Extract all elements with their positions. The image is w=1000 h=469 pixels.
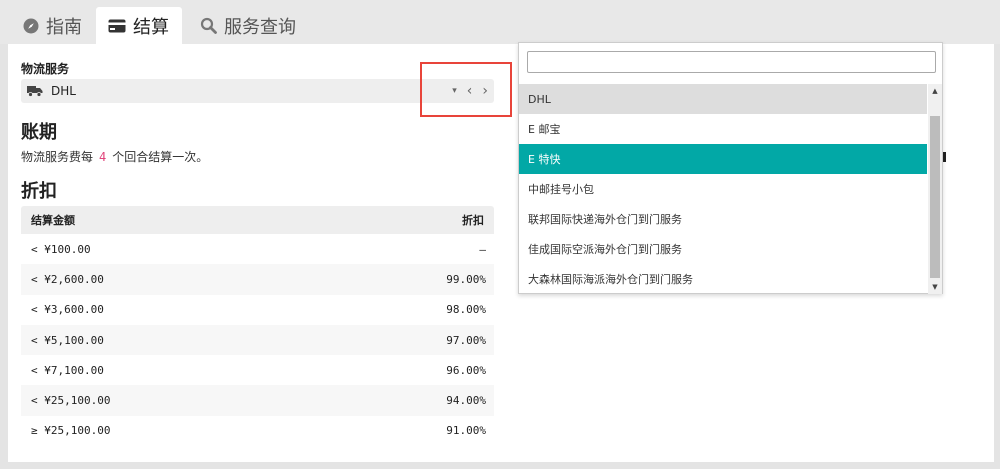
row-discount: 97.00% xyxy=(446,333,486,347)
dropdown-option-e-express[interactable]: E 特快 xyxy=(519,144,927,174)
tab-bar: 指南 结算 服务查询 xyxy=(0,0,1000,44)
dropdown-scrollbar[interactable]: ▲ ▼ xyxy=(928,84,942,294)
tab-settlement-label: 结算 xyxy=(133,16,169,38)
table-row: < ¥7,100.00 96.00% xyxy=(21,355,494,386)
discount-table: 结算金额 折扣 < ¥100.00 — < ¥2,600.00 99.00% < ¥… xyxy=(21,206,494,447)
row-amount: < ¥3,600.00 xyxy=(31,303,104,317)
tab-settlement[interactable]: 结算 xyxy=(96,7,182,44)
table-row: < ¥5,100.00 97.00% xyxy=(21,324,494,356)
dropdown-option-fedex-overseas[interactable]: 联邦国际快递海外仓门到门服务 xyxy=(519,204,927,234)
row-discount: 99.00% xyxy=(446,272,486,286)
scroll-down-arrow-icon[interactable]: ▼ xyxy=(928,280,942,294)
dropdown-option-china-post-small[interactable]: 中邮挂号小包 xyxy=(519,174,927,204)
credit-card-icon xyxy=(108,19,126,33)
row-amount: < ¥25,100.00 xyxy=(31,394,111,408)
table-header: 结算金额 折扣 xyxy=(21,206,494,234)
billing-text-before: 物流服务费每 xyxy=(21,150,94,164)
row-discount: 98.00% xyxy=(446,303,486,317)
tab-guide[interactable]: 指南 xyxy=(11,7,94,44)
billing-count: 4 xyxy=(99,150,107,164)
dropdown-option-dhl[interactable]: DHL xyxy=(519,84,927,114)
row-discount: — xyxy=(479,242,486,256)
row-discount: 94.00% xyxy=(446,394,486,408)
table-body: < ¥100.00 — < ¥2,600.00 99.00% < ¥3,600.00… xyxy=(21,234,494,447)
tab-guide-label: 指南 xyxy=(46,16,82,38)
search-icon xyxy=(200,17,217,34)
row-amount: < ¥7,100.00 xyxy=(31,363,104,377)
billing-text-after: 个回合结算一次。 xyxy=(112,150,209,164)
logistics-label: 物流服务 xyxy=(21,62,70,76)
billing-text: 物流服务费每 4 个回合结算一次。 xyxy=(21,148,208,165)
occluded-mark xyxy=(943,152,946,162)
billing-title: 账期 xyxy=(21,122,57,143)
table-row: < ¥2,600.00 99.00% xyxy=(21,264,494,295)
dropdown-option-e-post[interactable]: E 邮宝 xyxy=(519,114,927,144)
logistics-selected-value: DHL xyxy=(51,84,76,98)
dropdown-option-jiacheng-air[interactable]: 佳成国际空派海外仓门到门服务 xyxy=(519,234,927,264)
compass-icon xyxy=(23,18,39,34)
row-discount: 96.00% xyxy=(446,363,486,377)
tab-service-query-label: 服务查询 xyxy=(224,16,296,38)
table-row: < ¥100.00 — xyxy=(21,234,494,265)
table-row: < ¥25,100.00 94.00% xyxy=(21,385,494,416)
table-row: < ¥3,600.00 98.00% xyxy=(21,294,494,325)
dropdown-option-forest-sea[interactable]: 大森林国际海派海外仓门到门服务 xyxy=(519,264,927,294)
dropdown-search-input[interactable] xyxy=(527,51,936,73)
dropdown-options: DHL E 邮宝 E 特快 中邮挂号小包 联邦国际快递海外仓门到门服务 佳成国际… xyxy=(519,84,927,294)
row-discount: 91.00% xyxy=(446,424,486,438)
scroll-up-arrow-icon[interactable]: ▲ xyxy=(928,84,942,98)
row-amount: < ¥100.00 xyxy=(31,242,91,256)
column-amount: 结算金额 xyxy=(31,214,75,227)
column-discount: 折扣 xyxy=(462,214,484,227)
discount-title: 折扣 xyxy=(21,181,57,202)
table-row: ≥ ¥25,100.00 91.00% xyxy=(21,415,494,447)
row-amount: < ¥5,100.00 xyxy=(31,333,104,347)
row-amount: < ¥2,600.00 xyxy=(31,272,104,286)
row-amount: ≥ ¥25,100.00 xyxy=(31,424,111,438)
truck-icon xyxy=(27,85,43,97)
highlight-box xyxy=(420,62,512,117)
tab-service-query[interactable]: 服务查询 xyxy=(188,7,308,44)
logistics-dropdown: DHL E 邮宝 E 特快 中邮挂号小包 联邦国际快递海外仓门到门服务 佳成国际… xyxy=(518,42,943,294)
scrollbar-thumb[interactable] xyxy=(930,116,940,278)
